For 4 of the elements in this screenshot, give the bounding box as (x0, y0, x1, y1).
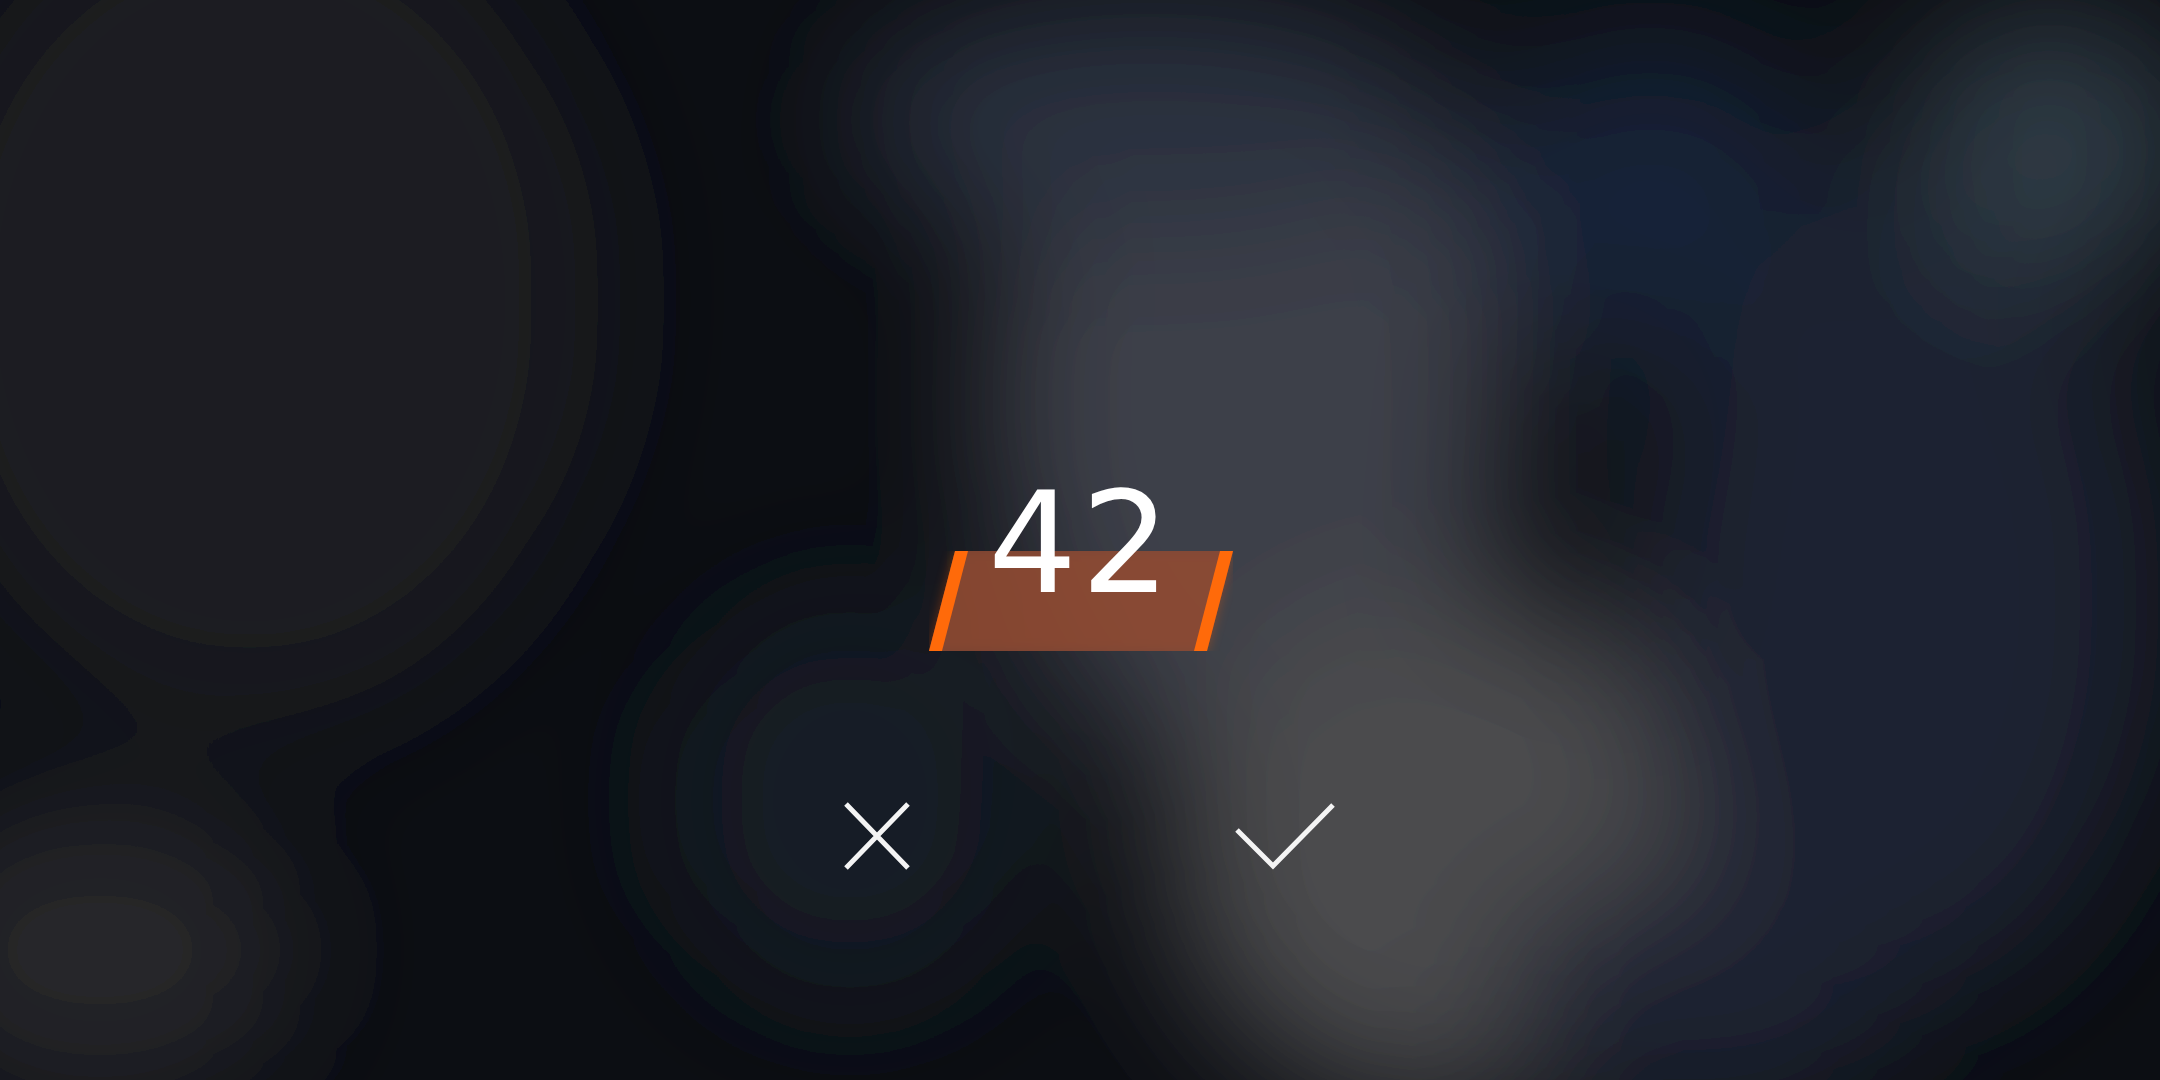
check-icon (1235, 802, 1335, 870)
counter-value: 42 (987, 479, 1175, 609)
close-icon (842, 802, 912, 870)
confirm-button[interactable] (1235, 802, 1335, 870)
